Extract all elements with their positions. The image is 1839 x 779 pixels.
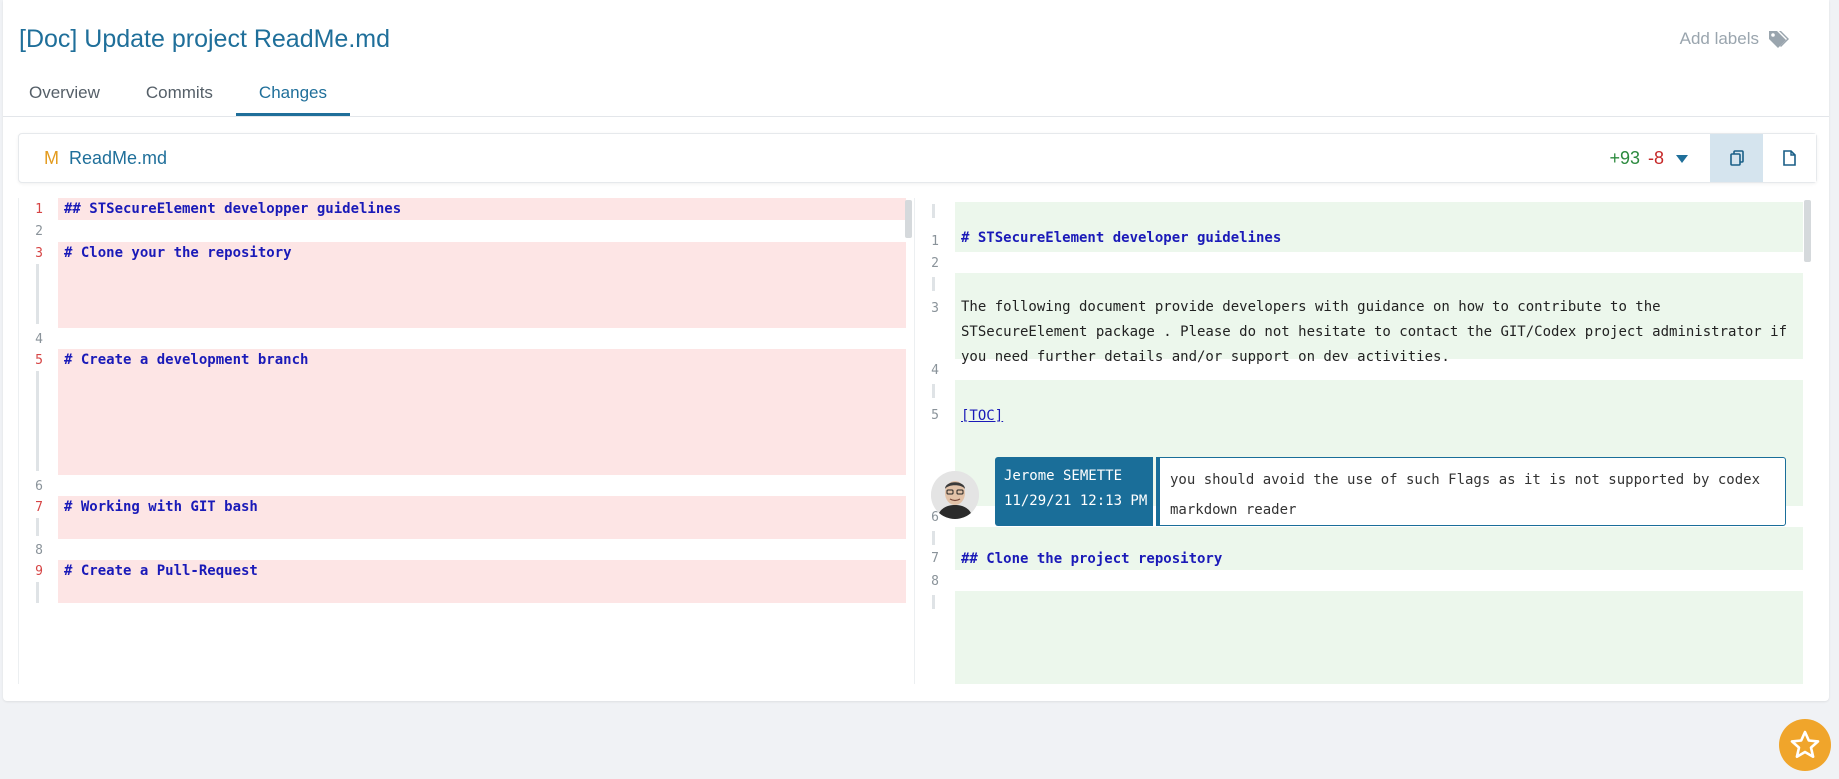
chevron-down-icon[interactable] <box>1676 154 1688 163</box>
side-by-side-view-button[interactable] <box>1710 134 1763 182</box>
line-number: 3 <box>931 301 939 316</box>
copy-icon <box>1729 150 1744 166</box>
avatar <box>931 471 979 519</box>
tab-changes[interactable]: Changes <box>235 80 350 116</box>
line-number: 4 <box>931 363 939 378</box>
favorite-button[interactable] <box>1779 719 1831 771</box>
diff-line: 3 The following document provide develop… <box>915 273 1813 365</box>
diff-line: 4 <box>19 328 914 349</box>
review-comment[interactable]: Jerome SEMETTE 11/29/21 12:13 PM you sho… <box>931 457 1786 529</box>
diff-line: 5 # Create a development branch <box>19 349 914 475</box>
gutter-guide <box>36 518 39 536</box>
tab-overview[interactable]: Overview <box>6 80 123 116</box>
diff-line: 1 ## STSecureElement developper guidelin… <box>19 198 914 220</box>
comment-timestamp: 11/29/21 12:13 PM <box>1004 493 1148 509</box>
diff-line-partial <box>915 591 1813 684</box>
diff-right-pane[interactable]: 1 # STSecureElement developer guidelines… <box>914 198 1813 684</box>
user-avatar-image <box>931 471 979 519</box>
star-icon <box>1790 730 1820 758</box>
additions-count: +93 <box>1609 148 1640 168</box>
comment-author: Jerome SEMETTE <box>1004 468 1123 484</box>
line-content: ## STSecureElement developper guidelines <box>58 198 906 220</box>
line-number: 2 <box>931 256 939 271</box>
line-number: 5 <box>931 408 939 423</box>
line-content: # Create a Pull-Request <box>58 560 906 603</box>
comment-text: you should avoid the use of such Flags a… <box>1156 457 1786 526</box>
unified-view-button[interactable] <box>1763 134 1816 182</box>
comment-meta: Jerome SEMETTE 11/29/21 12:13 PM <box>995 457 1153 526</box>
gutter-guide <box>932 277 935 291</box>
line-number: 1 <box>931 234 939 249</box>
diff-left-pane[interactable]: 1 ## STSecureElement developper guidelin… <box>18 198 914 684</box>
line-number: 8 <box>35 543 43 558</box>
diff-line: 1 # STSecureElement developer guidelines <box>915 202 1813 252</box>
tab-bar: Overview Commits Changes <box>6 80 350 116</box>
line-number: 1 <box>35 202 43 217</box>
line-content-block: # STSecureElement developer guidelines <box>955 202 1803 252</box>
diff-line: 2 <box>915 252 1813 273</box>
line-number: 7 <box>931 551 939 566</box>
diff-stats[interactable]: +93 -8 <box>1609 148 1688 169</box>
diff-line: 8 <box>19 539 914 560</box>
file-status-badge: M <box>44 148 59 168</box>
line-number: 6 <box>35 479 43 494</box>
line-content: ## Clone the project repository <box>961 551 1223 567</box>
diff-line: 8 <box>915 570 1813 591</box>
line-content-block: ## Clone the project repository <box>955 527 1803 570</box>
diff-line: 3 # Clone your the repository <box>19 242 914 328</box>
tab-commits[interactable]: Commits <box>123 80 236 116</box>
line-content: # Clone your the repository <box>58 242 906 328</box>
tabs-divider <box>3 116 1829 117</box>
diff-line: 7 ## Clone the project repository <box>915 527 1813 570</box>
file-icon <box>1783 150 1796 166</box>
add-labels-text: Add labels <box>1679 29 1759 48</box>
diff-line: 2 <box>19 220 914 242</box>
line-number: 9 <box>35 564 43 579</box>
line-content-block <box>955 591 1803 684</box>
line-content: # Working with GIT bash <box>58 496 906 539</box>
line-number: 2 <box>35 224 43 239</box>
add-labels-button[interactable]: Add labels <box>1680 29 1789 49</box>
right-pane-scrollbar[interactable] <box>1804 200 1811 262</box>
diff-line: 4 <box>915 359 1813 380</box>
line-number: 3 <box>35 246 43 261</box>
line-number: 5 <box>35 353 43 368</box>
diff-line: 7 # Working with GIT bash <box>19 496 914 539</box>
line-content: # STSecureElement developer guidelines <box>961 230 1282 246</box>
diff-line: 6 <box>19 475 914 496</box>
line-number: 8 <box>931 574 939 589</box>
file-name-link[interactable]: ReadMe.md <box>69 148 167 169</box>
toc-link[interactable]: [TOC] <box>961 408 1003 424</box>
gutter-guide <box>932 595 935 609</box>
line-number: 7 <box>35 500 43 515</box>
file-header: M ReadMe.md +93 -8 <box>18 133 1817 183</box>
gutter-guide <box>932 531 935 545</box>
line-content: # Create a development branch <box>58 349 906 475</box>
left-pane-scrollbar[interactable] <box>905 200 912 238</box>
tags-icon <box>1769 31 1789 48</box>
page-title: [Doc] Update project ReadMe.md <box>19 25 391 53</box>
diff-line: 9 # Create a Pull-Request <box>19 560 914 603</box>
gutter-guide <box>36 371 39 471</box>
line-number: 4 <box>35 332 43 347</box>
gutter-guide <box>36 582 39 603</box>
gutter-guide <box>932 384 935 398</box>
gutter-guide <box>36 264 39 324</box>
line-content-block: The following document provide developer… <box>955 273 1803 365</box>
deletions-count: -8 <box>1647 148 1664 168</box>
